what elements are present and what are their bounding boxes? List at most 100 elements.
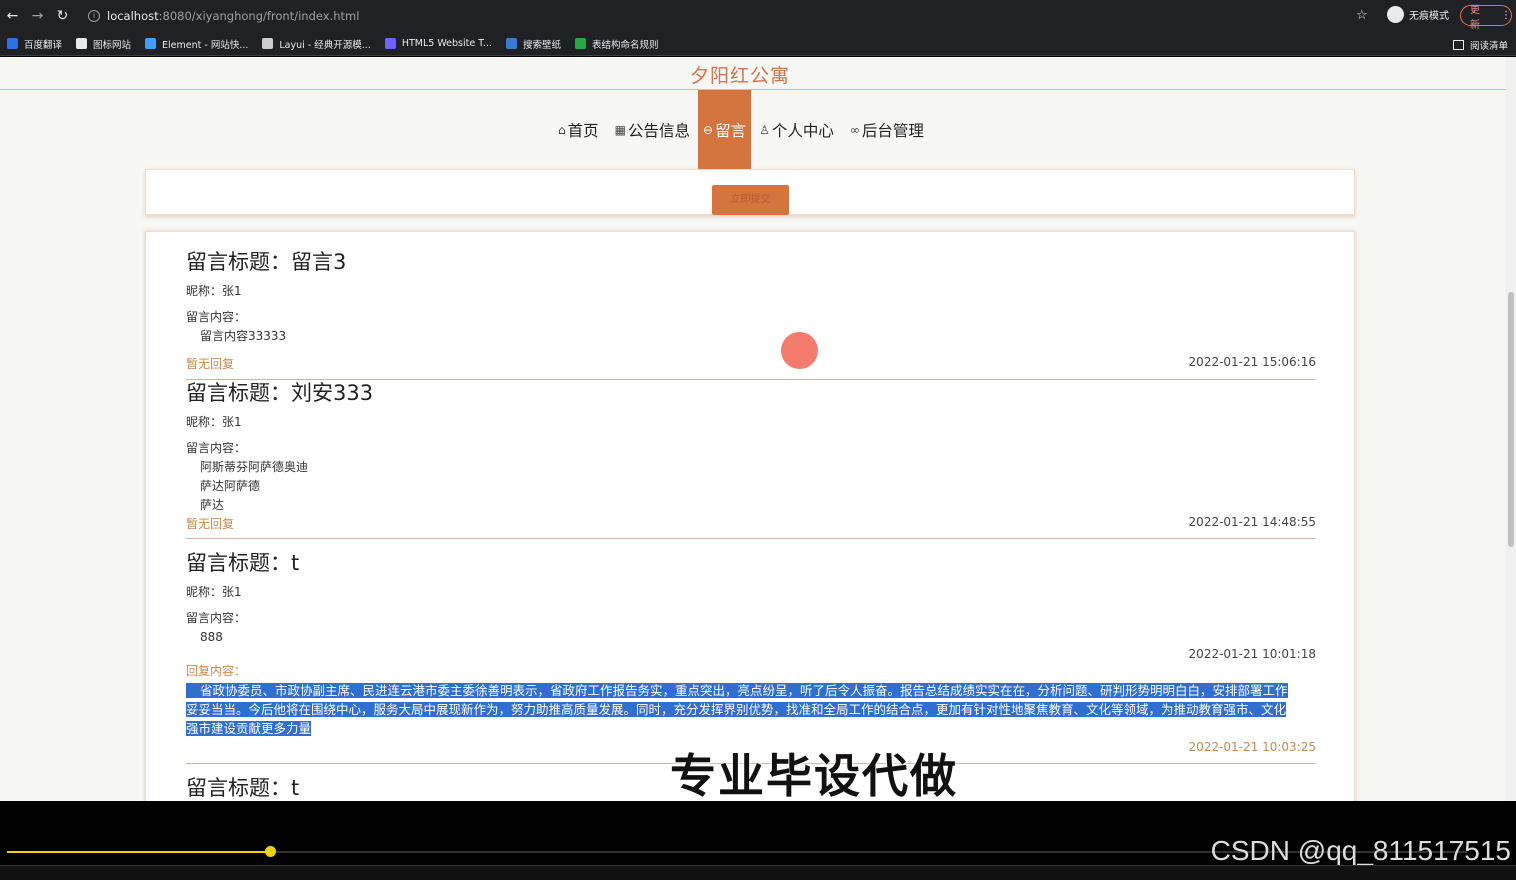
bookmark-item[interactable]: HTML5 Website T... <box>384 38 492 49</box>
message-time: 2022-01-21 15:06:16 <box>1188 355 1316 369</box>
watermark-text: 专业毕设代做 <box>670 749 958 803</box>
bookmark-favicon-icon <box>7 38 18 49</box>
forward-icon[interactable]: → <box>25 0 50 32</box>
message-nickname: 昵称：张1 <box>186 585 242 599</box>
site-title: 夕阳红公寓 <box>689 65 790 87</box>
nav-item[interactable]: ♙ 个人中心 <box>751 90 842 169</box>
grid-icon: ▦ <box>614 122 626 137</box>
message-content-line: 萨达 <box>200 498 225 512</box>
url-host: localhost <box>107 9 159 23</box>
message-content-line: 留言内容33333 <box>200 329 287 343</box>
info-icon[interactable]: i <box>88 10 100 22</box>
bookmark-favicon-icon <box>574 38 586 49</box>
message-content-line: 萨达阿萨德 <box>200 479 261 493</box>
bookmark-label: 表结构命名规则 <box>591 39 659 51</box>
reply-line: 妥妥当当。今后他将在围绕中心，服务大局中展现新作为，努力助推高质量发展。同时，充… <box>186 702 1287 717</box>
reply-label: 回复内容： <box>186 664 247 678</box>
bookmark-item[interactable]: 搜索壁纸 <box>505 37 561 51</box>
reply-line: 省政协委员、市政协副主席、民进连云港市委主委徐善明表示，省政府工作报告务实，重点… <box>186 683 1288 698</box>
bookmark-item[interactable]: Layui - 经典开源模... <box>262 37 371 51</box>
bookmark-label: Element - 网站快... <box>162 39 249 51</box>
message-time: 2022-01-21 10:01:18 <box>1188 647 1316 661</box>
incognito-indicator[interactable]: 无痕模式 <box>1387 6 1449 23</box>
nav-item[interactable]: ⊖ 留言 <box>698 90 752 169</box>
message-icon: ⊖ <box>703 122 714 137</box>
message-content-label: 留言内容： <box>186 310 247 324</box>
bookmark-label: HTML5 Website T... <box>401 38 492 49</box>
home-icon: ⌂ <box>558 122 566 137</box>
message-content-line: 阿斯蒂芬阿萨德奥迪 <box>200 460 309 474</box>
reading-list[interactable]: 阅读清单 <box>1452 38 1508 52</box>
link-icon: ∞ <box>849 122 860 137</box>
bookmark-item[interactable]: 表结构命名规则 <box>574 37 659 51</box>
reply-line: 强市建设贡献更多力量 <box>186 721 312 736</box>
reply-status: 暂无回复 <box>186 357 235 371</box>
nav-item[interactable]: ⌂ 首页 <box>550 90 607 169</box>
message-title: 留言标题：留言3 <box>186 250 347 274</box>
reply-status: 暂无回复 <box>186 517 235 531</box>
cursor-highlight <box>781 332 818 369</box>
video-progress-fill <box>7 851 270 853</box>
update-button[interactable]: 更新 ⋮ <box>1460 5 1512 31</box>
message-item: 留言标题：刘安333 昵称：张1 留言内容： 阿斯蒂芬阿萨德奥迪 萨达阿萨德 萨… <box>186 377 1316 539</box>
csdn-watermark: CSDN @qq_811517515 <box>1210 835 1511 866</box>
nav-label: 首页 <box>567 121 599 140</box>
nav-item[interactable]: ∞ 后台管理 <box>842 90 932 169</box>
bookmark-favicon-icon <box>145 38 157 49</box>
bookmark-item[interactable]: 百度翻译 <box>7 37 62 51</box>
reload-icon[interactable]: ↻ <box>50 0 75 32</box>
bookmark-item[interactable]: 图标网站 <box>76 37 131 51</box>
incognito-label: 无痕模式 <box>1409 11 1449 22</box>
message-list-card: 留言标题：留言3 昵称：张1 留言内容： 留言内容33333 暂无回复 2022… <box>145 231 1355 801</box>
message-time: 2022-01-21 14:48:55 <box>1188 515 1316 529</box>
message-form-card: 立即提交 <box>145 169 1355 215</box>
video-progress-knob[interactable] <box>264 846 276 857</box>
bookmarks-bar: 百度翻译 图标网站 Element - 网站快... Layui - 经典开源模...… <box>0 32 1516 56</box>
bookmark-label: 图标网站 <box>93 39 132 51</box>
reading-list-label: 阅读清单 <box>1469 41 1508 52</box>
submit-button[interactable]: 立即提交 <box>712 185 789 215</box>
message-content-label: 留言内容： <box>186 441 247 455</box>
page-viewport[interactable]: 夕阳红公寓 ⌂ 首页 ▦ 公告信息 ⊖ 留言 ♙ 个人中心 ∞ 后台管理 立即提交 留言标题：留言… <box>0 57 1506 801</box>
video-player-bar: CSDN @qq_811517515 <box>0 801 1516 880</box>
bookmark-label: 搜索壁纸 <box>522 39 561 51</box>
bookmark-favicon-icon <box>76 38 88 49</box>
page-scrollbar[interactable] <box>1506 57 1516 801</box>
message-content-line: 888 <box>200 630 223 644</box>
menu-dots-icon[interactable]: ⋮ <box>1501 10 1511 21</box>
nav-label: 留言 <box>715 121 747 140</box>
bookmark-favicon-icon <box>505 38 517 49</box>
message-content: 留言内容33333 <box>186 327 1316 346</box>
nav-label: 公告信息 <box>627 121 690 140</box>
message-item: 留言标题：t 昵称：张1 留言内容： 888 2022-01-21 10:01:… <box>186 547 1316 764</box>
message-divider <box>186 538 1316 539</box>
user-icon: ♙ <box>759 122 770 137</box>
reply-block: 回复内容： 省政协委员、市政协副主席、民进连云港市委主委徐善明表示，省政府工作报… <box>186 662 1316 738</box>
bookmark-star-icon[interactable]: ☆ <box>1356 8 1368 23</box>
nav-label: 个人中心 <box>771 121 834 140</box>
message-content-label: 留言内容： <box>186 611 247 625</box>
nav-label: 后台管理 <box>861 121 924 140</box>
bookmark-favicon-icon <box>262 38 274 49</box>
message-content: 阿斯蒂芬阿萨德奥迪 萨达阿萨德 萨达 <box>186 458 1316 515</box>
message-nickname: 昵称：张1 <box>186 284 242 298</box>
nav-item[interactable]: ▦ 公告信息 <box>607 90 698 169</box>
address-bar[interactable]: i localhost:8080/xiyanghong/front/index.… <box>80 4 1380 28</box>
update-label: 更新 <box>1470 4 1480 31</box>
bookmark-label: Layui - 经典开源模... <box>279 39 371 51</box>
bookmark-item[interactable]: Element - 网站快... <box>145 37 248 51</box>
back-icon[interactable]: ← <box>0 0 25 32</box>
message-content: 888 <box>186 628 1316 647</box>
bookmark-label: 百度翻译 <box>24 39 63 51</box>
video-controls-strip <box>0 865 1516 880</box>
main-nav: ⌂ 首页 ▦ 公告信息 ⊖ 留言 ♙ 个人中心 ∞ 后台管理 <box>550 90 932 169</box>
scrollbar-thumb[interactable] <box>1508 292 1514 547</box>
screen: ← → ↻ i localhost:8080/xiyanghong/front/… <box>0 0 1516 880</box>
reply-time: 2022-01-21 10:03:25 <box>1188 740 1316 754</box>
url-path: :8080/xiyanghong/front/index.html <box>158 9 360 23</box>
browser-toolbar: ← → ↻ i localhost:8080/xiyanghong/front/… <box>0 0 1516 32</box>
reading-list-icon <box>1452 40 1464 50</box>
bookmark-favicon-icon <box>384 38 396 49</box>
message-nickname: 昵称：张1 <box>186 415 242 429</box>
reply-content[interactable]: 省政协委员、市政协副主席、民进连云港市委主委徐善明表示，省政府工作报告务实，重点… <box>186 681 1316 738</box>
